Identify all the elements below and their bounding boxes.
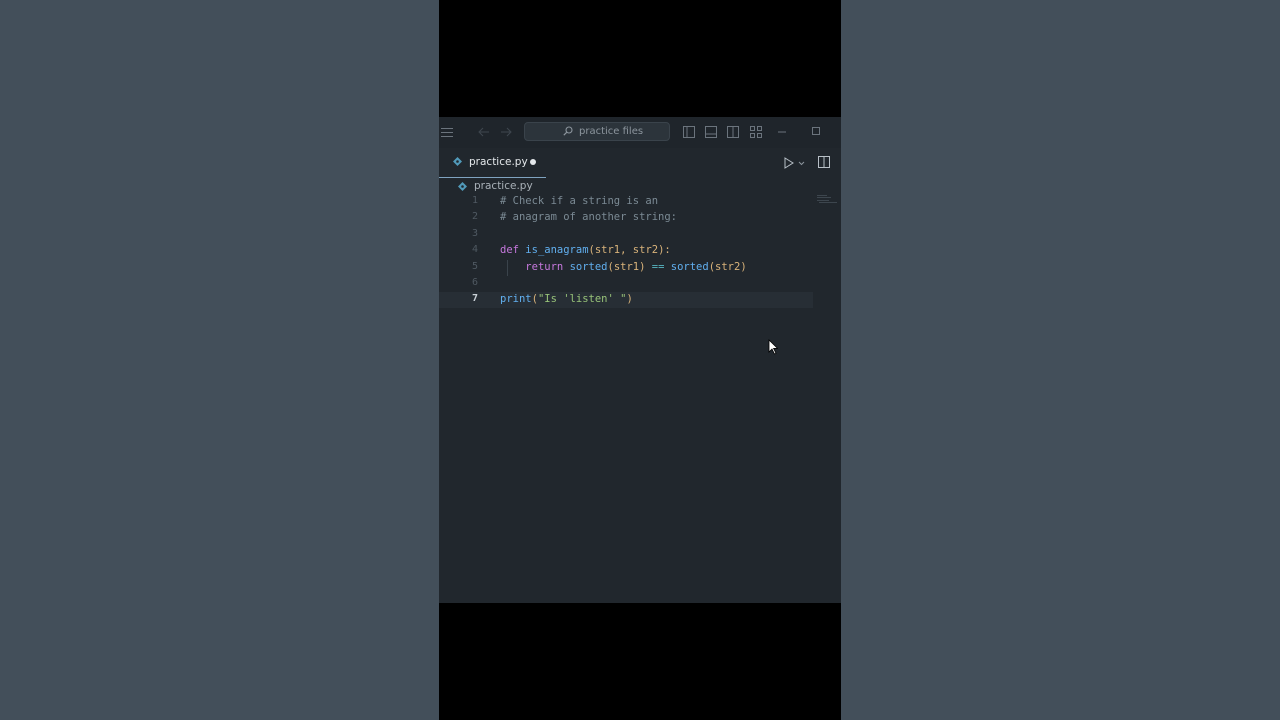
title-bar: practice files — [439, 117, 841, 148]
back-arrow-icon[interactable] — [478, 127, 490, 137]
code-line: 4 def is_anagram(str1, str2): — [439, 243, 841, 259]
customize-layout-icon[interactable] — [750, 126, 762, 138]
menu-icon[interactable] — [441, 128, 453, 137]
code-line: 6 — [439, 276, 841, 292]
tab-practice-py[interactable]: practice.py — [439, 148, 546, 178]
code-text: # Check if a string is an — [500, 195, 659, 207]
code-text: print("Is 'listen' ") — [500, 293, 633, 305]
breadcrumb-file: practice.py — [474, 180, 533, 192]
code-line: 5 return sorted(str1) == sorted(str2) — [439, 260, 841, 276]
minimize-icon[interactable] — [778, 131, 786, 133]
toggle-secondary-sidebar-icon[interactable] — [727, 126, 739, 138]
video-frame: practice files practice.py practice.py 1… — [439, 0, 841, 720]
maximize-icon[interactable] — [812, 127, 820, 135]
line-number: 4 — [471, 244, 478, 255]
line-number: 2 — [471, 211, 478, 222]
code-editor-window: practice files practice.py practice.py 1… — [439, 117, 841, 603]
run-icon[interactable] — [784, 157, 806, 169]
code-line-active: 7 print("Is 'listen' ") — [439, 292, 813, 308]
line-number: 1 — [471, 195, 478, 206]
code-text: def is_anagram(str1, str2): — [500, 244, 671, 256]
line-number: 7 — [471, 293, 478, 304]
python-file-icon — [458, 182, 467, 191]
toggle-primary-sidebar-icon[interactable] — [683, 126, 695, 138]
code-line: 2 # anagram of another string: — [439, 210, 841, 226]
code-line: 3 — [439, 227, 841, 243]
mouse-cursor-icon — [768, 339, 778, 355]
line-number: 5 — [471, 261, 478, 272]
search-placeholder: practice files — [579, 126, 644, 137]
code-line: 1 # Check if a string is an — [439, 194, 841, 210]
command-center-search[interactable]: practice files — [524, 122, 670, 141]
forward-arrow-icon[interactable] — [500, 127, 512, 137]
line-number: 6 — [471, 277, 478, 288]
toggle-panel-icon[interactable] — [705, 126, 717, 138]
editor-tab-bar: practice.py — [439, 148, 841, 178]
tab-label: practice.py — [469, 156, 528, 168]
unsaved-changes-dot[interactable] — [530, 159, 536, 165]
code-text: return sorted(str1) == sorted(str2) — [525, 261, 747, 273]
split-editor-icon[interactable] — [818, 156, 830, 168]
python-file-icon — [453, 157, 462, 166]
search-icon — [563, 126, 573, 136]
code-text: # anagram of another string: — [500, 211, 678, 223]
line-number: 3 — [471, 228, 478, 239]
